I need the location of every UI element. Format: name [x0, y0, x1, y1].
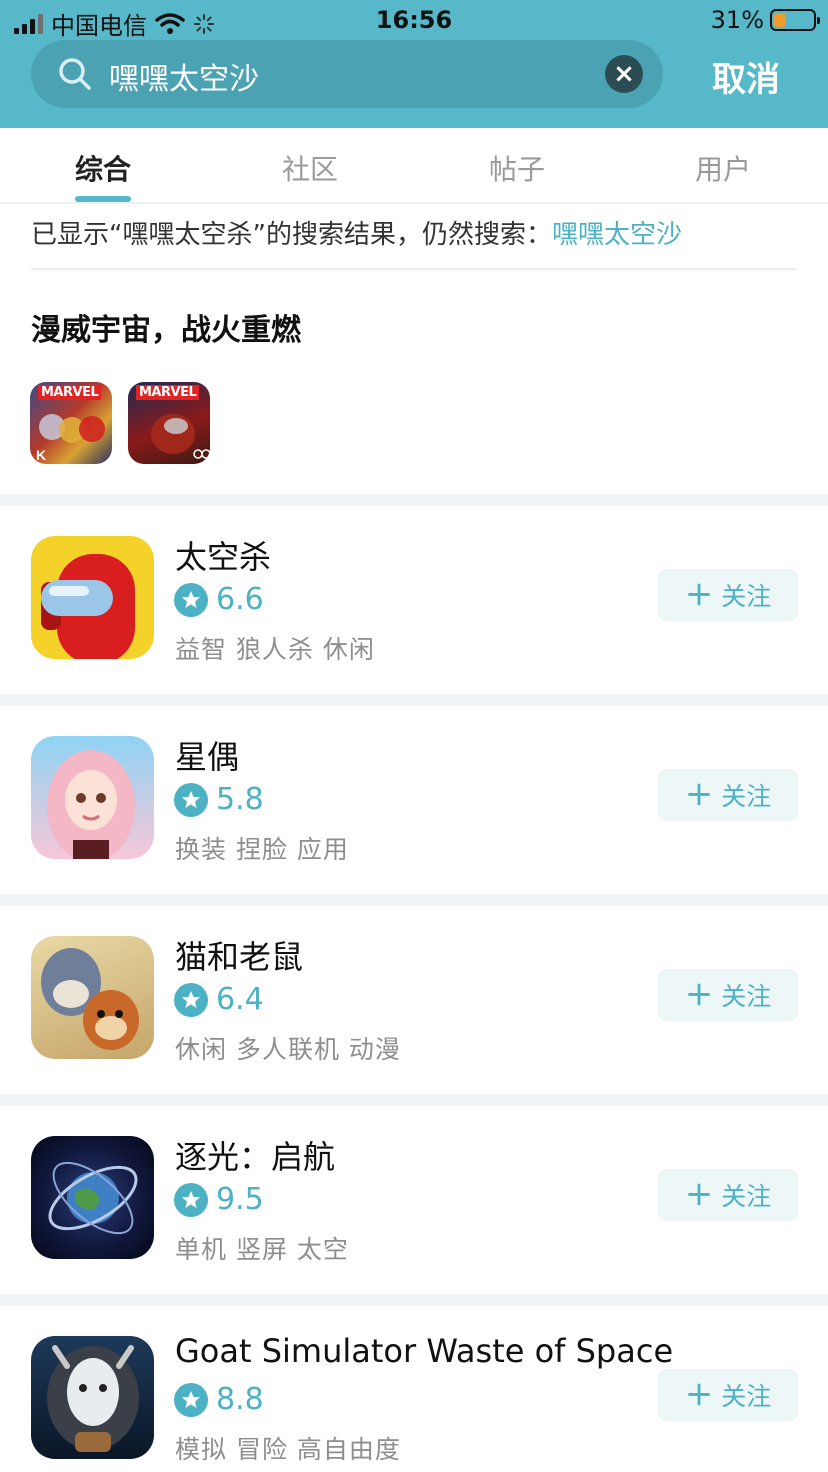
- rating: 6.4: [174, 982, 264, 1017]
- heroes-art: K: [36, 414, 105, 463]
- battery-icon: [770, 9, 820, 31]
- tab-users[interactable]: 用户: [663, 148, 783, 188]
- suggestion-text: 已显示“嘿嘿太空杀”的搜索结果，仍然搜索：: [31, 220, 552, 250]
- svg-text:K: K: [36, 447, 46, 463]
- app-name: 星偶: [175, 738, 240, 776]
- promo-game-icon-2[interactable]: MARVEL: [128, 382, 210, 464]
- divider: [31, 268, 797, 270]
- search-input[interactable]: 嘿嘿太空沙: [109, 54, 259, 98]
- follow-button[interactable]: + 关注: [658, 569, 798, 621]
- rating-score: 6.6: [216, 582, 264, 617]
- tab-posts[interactable]: 帖子: [457, 148, 577, 188]
- cancel-button[interactable]: 取消: [712, 52, 780, 101]
- result-row[interactable]: 逐光：启航 9.5 单机 竖屏 太空 + 关注: [0, 1106, 828, 1294]
- app-icon[interactable]: [31, 936, 154, 1059]
- result-row[interactable]: 太空杀 6.6 益智 狼人杀 休闲 + 关注: [0, 506, 828, 694]
- rating: 9.5: [174, 1182, 264, 1217]
- app-tags: 休闲 多人联机 动漫: [175, 1035, 401, 1064]
- app-icon[interactable]: [31, 1136, 154, 1259]
- rating-score: 5.8: [216, 782, 264, 817]
- follow-label: 关注: [721, 1382, 772, 1411]
- hero-art: [151, 414, 210, 459]
- status-time: 16:56: [375, 6, 453, 34]
- app-name: 猫和老鼠: [175, 938, 304, 976]
- app-tags: 益智 狼人杀 休闲: [175, 635, 375, 664]
- active-tab-indicator: [75, 196, 131, 202]
- section-gap: [0, 494, 828, 506]
- follow-button[interactable]: + 关注: [658, 1369, 798, 1421]
- app-tags: 单机 竖屏 太空: [175, 1235, 349, 1264]
- goat-astronaut-art: [47, 1345, 139, 1452]
- star-icon: [174, 1382, 208, 1417]
- tom-and-jerry-art: [41, 948, 139, 1050]
- app-name: 逐光：启航: [175, 1138, 336, 1176]
- planet-art: [48, 1161, 138, 1235]
- app-icon[interactable]: [31, 536, 154, 659]
- rating-score: 8.8: [216, 1382, 264, 1417]
- result-row[interactable]: Goat Simulator Waste of Space 8.8 模拟 冒险 …: [0, 1306, 828, 1472]
- among-us-art: [41, 554, 135, 659]
- follow-button[interactable]: + 关注: [658, 1169, 798, 1221]
- app-tags: 换装 捏脸 应用: [175, 835, 349, 864]
- star-icon: [174, 982, 208, 1017]
- plus-icon: +: [684, 773, 714, 814]
- plus-icon: +: [684, 1173, 714, 1214]
- status-right: 31%: [710, 6, 820, 34]
- rating: 6.6: [174, 582, 264, 617]
- result-row[interactable]: 星偶 5.8 换装 捏脸 应用 + 关注: [0, 706, 828, 894]
- star-icon: [174, 582, 208, 617]
- tab-bar: 综合 社区 帖子 用户: [0, 128, 828, 204]
- section-gap: [0, 1094, 828, 1106]
- plus-icon: +: [684, 1373, 714, 1414]
- follow-button[interactable]: + 关注: [658, 769, 798, 821]
- section-gap: [0, 1294, 828, 1306]
- battery-fill: [774, 13, 786, 27]
- promo-game-icon-1[interactable]: MARVEL K: [30, 382, 112, 464]
- search-icon: [59, 58, 91, 90]
- app-name: Goat Simulator Waste of Space: [175, 1332, 674, 1370]
- app-icon[interactable]: [31, 1336, 154, 1459]
- result-row[interactable]: 猫和老鼠 6.4 休闲 多人联机 动漫 + 关注: [0, 906, 828, 1094]
- search-suggestion: 已显示“嘿嘿太空杀”的搜索结果，仍然搜索：嘿嘿太空沙: [31, 214, 682, 251]
- tab-community[interactable]: 社区: [250, 148, 370, 188]
- plus-icon: +: [684, 573, 714, 614]
- tab-all[interactable]: 综合: [43, 148, 163, 188]
- clear-icon[interactable]: ×: [605, 55, 643, 93]
- battery-percent: 31%: [710, 6, 764, 34]
- section-gap: [0, 694, 828, 706]
- app-name: 太空杀: [175, 538, 272, 576]
- follow-label: 关注: [721, 782, 772, 811]
- rating-score: 6.4: [216, 982, 264, 1017]
- rating: 8.8: [174, 1382, 264, 1417]
- promo-title: 漫威宇宙，战火重燃: [31, 313, 301, 348]
- app-tags: 模拟 冒险 高自由度: [175, 1435, 401, 1464]
- star-icon: [174, 782, 208, 817]
- rating: 5.8: [174, 782, 264, 817]
- star-icon: [174, 1182, 208, 1217]
- follow-button[interactable]: + 关注: [658, 969, 798, 1021]
- girl-avatar-art: [47, 750, 135, 859]
- app-icon[interactable]: [31, 736, 154, 859]
- section-gap: [0, 894, 828, 906]
- plus-icon: +: [684, 973, 714, 1014]
- rating-score: 9.5: [216, 1182, 264, 1217]
- search-bar[interactable]: 嘿嘿太空沙 ×: [31, 40, 663, 108]
- follow-label: 关注: [721, 982, 772, 1011]
- original-query-link[interactable]: 嘿嘿太空沙: [552, 220, 682, 250]
- follow-label: 关注: [721, 582, 772, 611]
- status-bar: 中国电信 16:56 31%: [0, 0, 828, 40]
- follow-label: 关注: [721, 1182, 772, 1211]
